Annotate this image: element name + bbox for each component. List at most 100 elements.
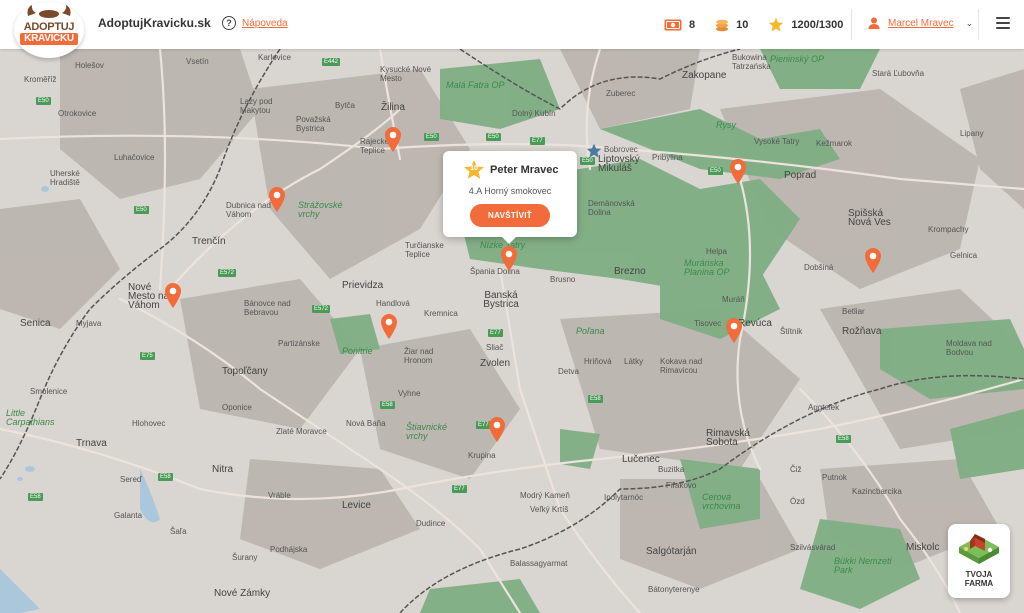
map-label: Szilvásvárad: [790, 543, 836, 552]
farm-location-pin[interactable]: [725, 317, 743, 343]
farm-location-pin[interactable]: [864, 247, 882, 273]
farm-label-line1: TVOJA: [965, 570, 993, 579]
road-shield: E58: [28, 493, 43, 501]
map-label: Šurany: [232, 553, 258, 562]
map-label: Turčianske Teplice: [405, 241, 444, 259]
stat-stars: 1200/1300: [768, 17, 843, 33]
map-label: Vsetín: [186, 57, 209, 66]
map-label: Kremnica: [424, 309, 458, 318]
farm-location-pin[interactable]: [488, 416, 506, 442]
map-label: Little Carpathians: [6, 408, 55, 427]
map-label: Ózd: [790, 497, 805, 506]
cow-horns-icon: [27, 5, 71, 18]
farm-location-pin-selected[interactable]: [500, 245, 518, 271]
map-label: Strážovské vrchy: [298, 200, 343, 219]
your-farm-button[interactable]: TVOJA FARMA: [948, 524, 1010, 598]
map-label: Ponitrie: [342, 346, 373, 356]
map-label: Holešov: [75, 61, 104, 70]
chevron-down-icon[interactable]: ⌄: [966, 18, 974, 29]
road-shield: E77: [530, 137, 545, 145]
map-label: Karlovice: [258, 53, 291, 62]
site-name[interactable]: AdoptujKravicku.sk: [98, 16, 211, 30]
map-label: Poľana: [576, 326, 605, 336]
question-icon: ?: [222, 16, 236, 30]
road-shield: E442: [322, 58, 341, 66]
map-label: Kroměříž: [24, 75, 57, 84]
map-label: Balassagyarmat: [510, 559, 568, 568]
map-label: Uherské Hradiště: [50, 169, 80, 187]
coins-value: 10: [736, 18, 749, 31]
map-label: Kežmarok: [816, 139, 853, 148]
map-label: Smolenice: [30, 387, 68, 396]
level-star-icon: 10: [463, 159, 485, 181]
map-label: Stará Ľubovňa: [872, 69, 925, 78]
farm-location-pin[interactable]: [164, 282, 182, 308]
header-divider: [851, 9, 852, 40]
map-label: Žiar nad Hronom: [404, 347, 434, 365]
logo-text-top: ADOPTUJ: [23, 20, 75, 33]
map-label: Myjava: [76, 319, 102, 328]
farm-location-pin[interactable]: [384, 126, 402, 152]
farm-location-pin[interactable]: [729, 158, 747, 184]
map-label: Modrý Kameň: [520, 491, 570, 500]
map-label: Muráň: [722, 295, 745, 304]
map-canvas[interactable]: Holešov Vsetín Karlovice Kroměříž Otroko…: [0, 49, 1024, 613]
map-label: Galanta: [114, 511, 143, 520]
road-shield: E572: [312, 305, 331, 313]
help-link[interactable]: Nápoveda: [242, 18, 288, 29]
map-label: Moldava nad Bodvou: [946, 339, 992, 357]
map-label: Hlohovec: [132, 419, 166, 428]
site-logo[interactable]: ADOPTUJ KRAVIČKU: [14, 2, 84, 58]
star-icon: [769, 17, 784, 31]
map-label: Čiž: [790, 465, 802, 474]
road-shield: E58: [380, 401, 395, 409]
map-label: Podhájska: [270, 545, 308, 554]
farm-location-pin[interactable]: [268, 186, 286, 212]
map-label: Liptovský Mikuláš: [598, 154, 640, 174]
road-shield: E58: [588, 395, 603, 403]
map-label: Zuberec: [606, 89, 636, 98]
map-label: Oponice: [222, 403, 252, 412]
map-label: Buzitka: [658, 465, 685, 474]
farm-label-line2: FARMA: [964, 579, 994, 588]
road-shield: E50: [486, 133, 501, 141]
map-label: Levice: [342, 500, 371, 511]
map-label: Krupina: [468, 451, 496, 460]
map-label: Zlaté Moravce: [276, 427, 327, 436]
farm-address: 4.A Horný smokovec: [468, 186, 552, 196]
map-label: Krompachy: [928, 225, 969, 234]
map-label: Rysy: [716, 120, 736, 130]
map-label: Zakopane: [682, 70, 727, 81]
map-label: Lučenec: [622, 454, 660, 465]
user-icon: [868, 17, 880, 29]
road-shield: E50: [708, 167, 723, 175]
user-name[interactable]: Marcel Mravec: [888, 18, 954, 29]
map-label: Bánovce nad Bebravou: [244, 299, 291, 317]
map-label: Revúca: [738, 318, 772, 329]
map-label: Považská Bystrica: [296, 115, 331, 133]
map-label: Luhačovice: [114, 153, 155, 162]
map-label: Bobrovec: [604, 145, 638, 154]
resource-stats: 8 10 1200/1300: [664, 0, 863, 49]
hamburger-menu-icon[interactable]: [996, 17, 1010, 29]
visit-button[interactable]: NAVŠTÍVIŤ: [470, 204, 550, 227]
map-label: Šaľa: [170, 527, 187, 536]
map-label: Kysucké Nové Mesto: [380, 65, 432, 83]
help-link-group[interactable]: ? Nápoveda: [222, 16, 288, 30]
farm-location-pin[interactable]: [380, 313, 398, 339]
top-bar: ADOPTUJ KRAVIČKU AdoptujKravicku.sk ? Ná…: [0, 0, 1024, 58]
map-label: Salgótarján: [646, 546, 697, 557]
money-value: 8: [689, 18, 696, 31]
map-label: Poprad: [784, 170, 817, 181]
stat-coins: 10: [715, 18, 748, 32]
map-label: Demänovská Dolina: [588, 199, 635, 217]
map-label: Handlová: [376, 299, 410, 308]
map-label: Látky: [624, 357, 644, 366]
user-menu[interactable]: Marcel Mravec ⌄: [868, 17, 973, 29]
map-label: Brezno: [614, 266, 646, 277]
map-label: Vyhne: [398, 389, 421, 398]
map-label: Štítnik: [780, 327, 803, 336]
map-label: Tisovec: [694, 319, 722, 328]
road-shield: E75: [140, 352, 155, 360]
your-farm-label: TVOJA FARMA: [965, 570, 993, 588]
